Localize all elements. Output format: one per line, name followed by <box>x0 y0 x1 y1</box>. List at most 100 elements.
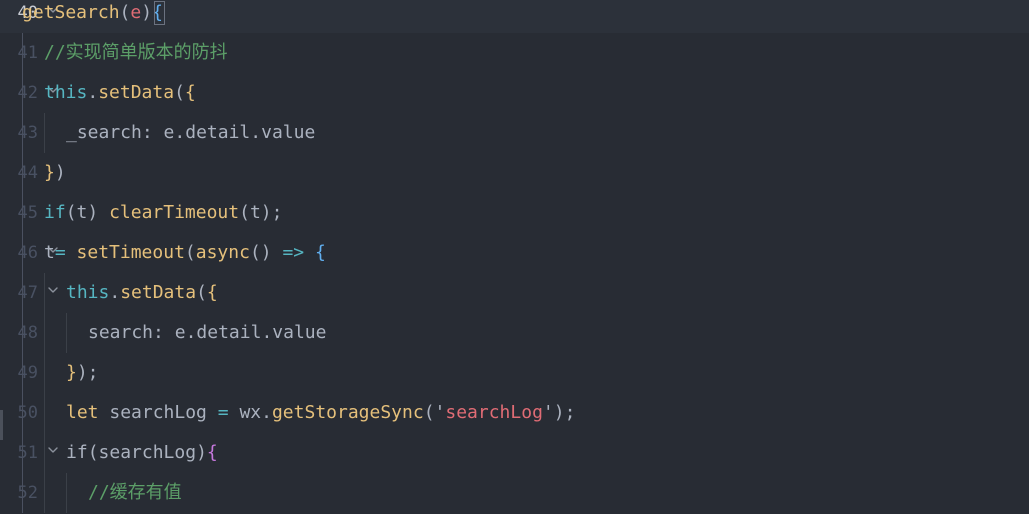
indent-guide <box>44 393 45 433</box>
code-text[interactable]: getSearch(e){ <box>22 0 163 33</box>
code-text[interactable]: if(searchLog){ <box>66 433 218 473</box>
line-number: 41 <box>17 43 38 63</box>
code-text[interactable]: if(t) clearTimeout(t); <box>44 193 282 233</box>
code-token: e <box>130 2 142 23</box>
code-token: searchLog <box>445 402 543 423</box>
indent-guide <box>22 353 23 393</box>
code-line[interactable]: 45 if(t) clearTimeout(t); <box>0 193 1029 233</box>
code-token: wx <box>239 402 262 423</box>
indent-guide <box>66 473 67 513</box>
code-token: detail <box>196 322 262 343</box>
code-text[interactable]: search: e.detail.value <box>88 313 326 353</box>
code-line[interactable]: 51 if(searchLog){ <box>0 433 1029 473</box>
indent-guide <box>44 353 45 393</box>
code-token: ) <box>54 162 66 183</box>
code-line[interactable]: 46 t= setTimeout(async() => { <box>0 233 1029 273</box>
code-token: e <box>174 322 186 343</box>
code-text[interactable]: }) <box>44 153 66 193</box>
code-editor[interactable]: 40 getSearch(e){ 41 //实现简单版本的防抖 42 this.setDa… <box>0 0 1029 514</box>
line-number: 49 <box>17 363 38 383</box>
indent-guide <box>22 153 23 193</box>
indent-guide <box>22 193 23 233</box>
code-token: . <box>261 402 272 423</box>
code-token: { <box>314 242 326 263</box>
indent-guide <box>66 313 67 353</box>
indent-guide <box>44 473 45 513</box>
code-token: } <box>44 162 55 183</box>
code-token: t <box>76 202 88 223</box>
indent-guide <box>22 433 23 473</box>
code-text[interactable]: this.setData({ <box>44 73 196 113</box>
code-line[interactable]: 47 this.setData({ <box>0 273 1029 313</box>
code-token: //缓存有值 <box>88 482 182 503</box>
indent-guide <box>22 273 23 313</box>
indent-guide <box>22 313 23 353</box>
code-token: getStorageSync <box>271 402 424 423</box>
code-token: { <box>206 282 218 303</box>
code-line[interactable]: 43 _search: e.detail.value <box>0 113 1029 153</box>
code-token: . <box>185 322 197 343</box>
indent-guide <box>44 273 45 313</box>
code-line[interactable]: 44}) <box>0 153 1029 193</box>
code-token: ( <box>119 2 131 23</box>
code-text[interactable]: _search: e.detail.value <box>66 113 315 153</box>
code-token: . <box>109 282 121 303</box>
line-number: 46 <box>17 243 38 263</box>
code-token: ( <box>184 242 196 263</box>
code-token: ); <box>76 362 99 383</box>
code-token: this <box>66 282 110 303</box>
code-token: detail <box>185 122 251 143</box>
code-line[interactable]: 52 //缓存有值 <box>0 473 1029 513</box>
chevron-down-icon[interactable] <box>47 444 59 456</box>
editor-scroll-edge[interactable] <box>1017 0 1029 514</box>
code-token: ); <box>553 402 576 423</box>
code-line[interactable]: 50 let searchLog = wx.getStorageSync('sea… <box>0 393 1029 433</box>
code-token: . <box>87 82 99 103</box>
code-token: this <box>44 82 88 103</box>
code-text[interactable]: //实现简单版本的防抖 <box>44 33 228 73</box>
code-text[interactable]: let searchLog = wx.getStorageSync('searc… <box>66 393 575 433</box>
code-token: clearTimeout <box>109 202 240 223</box>
code-token: . <box>261 322 273 343</box>
code-token: value <box>272 322 327 343</box>
line-number: 48 <box>17 323 38 343</box>
code-line[interactable]: 40 getSearch(e){ <box>0 0 1029 33</box>
code-token: ( <box>65 202 77 223</box>
indent-guide <box>22 73 23 113</box>
chevron-down-icon[interactable] <box>47 284 59 296</box>
code-token: search <box>88 322 154 343</box>
line-number: 51 <box>17 443 38 463</box>
code-token: setTimeout <box>76 242 185 263</box>
code-token: t <box>44 242 55 263</box>
indent-guide <box>22 113 23 153</box>
indent-guide <box>44 113 45 153</box>
code-text[interactable]: this.setData({ <box>66 273 218 313</box>
line-number: 52 <box>17 483 38 503</box>
code-token: ) <box>196 442 207 463</box>
code-text[interactable]: //缓存有值 <box>88 473 182 513</box>
indent-guide <box>22 233 23 273</box>
indent-guide <box>22 393 23 433</box>
code-token: = <box>54 242 77 263</box>
code-token: : <box>141 122 164 143</box>
code-token: value <box>261 122 316 143</box>
code-token: ' <box>542 402 554 423</box>
code-token: async <box>195 242 250 263</box>
code-line[interactable]: 42 this.setData({ <box>0 73 1029 113</box>
code-text[interactable]: t= setTimeout(async() => { <box>44 233 326 273</box>
code-token: if <box>44 202 66 223</box>
code-line[interactable]: 49}); <box>0 353 1029 393</box>
code-token: { <box>206 442 218 463</box>
line-number: 43 <box>17 123 38 143</box>
code-text[interactable]: }); <box>66 353 99 393</box>
code-token: //实现简单版本的防抖 <box>44 42 228 63</box>
code-token: ( <box>87 442 99 463</box>
code-token: } <box>66 362 77 383</box>
code-line[interactable]: 41 //实现简单版本的防抖 <box>0 33 1029 73</box>
code-token: let <box>66 402 99 423</box>
indent-guide <box>22 473 23 513</box>
code-token: () <box>249 242 283 263</box>
indent-guide <box>22 33 23 73</box>
code-line[interactable]: 48 search: e.detail.value <box>0 313 1029 353</box>
